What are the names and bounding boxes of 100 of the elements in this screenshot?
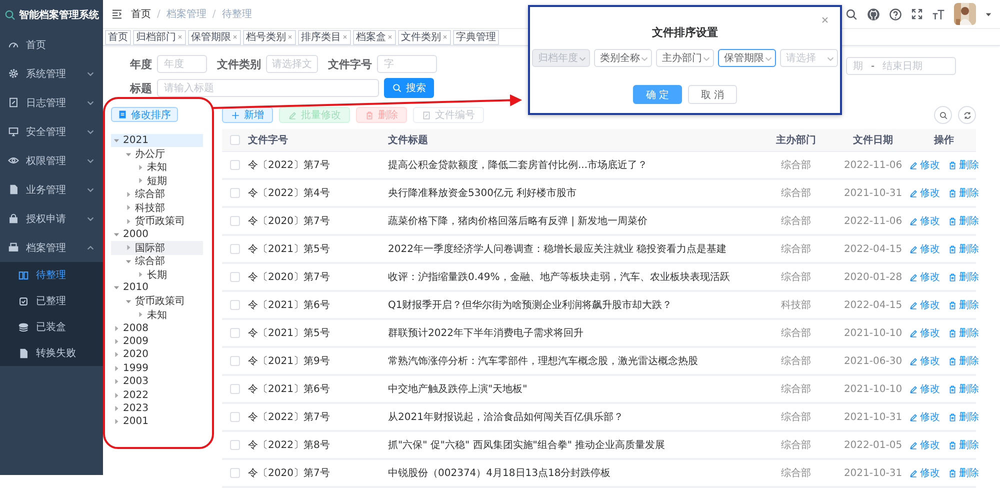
tree-node[interactable]: 未知 [111,160,203,174]
tree-node[interactable]: 综合部 [111,254,203,268]
table-cell-text: 央行降准释放资金5300亿元 利好楼市股市 [388,186,577,200]
sidebar-item[interactable]: 业务管理 [0,175,103,204]
sidebar-item[interactable]: 权限管理 [0,146,103,175]
tree-node[interactable]: 办公厅 [111,147,203,161]
sidebar-item[interactable]: 系统管理 [0,59,103,88]
delete-link[interactable]: 删除 [948,438,979,452]
delete-link[interactable]: 删除 [948,242,979,256]
delete-link[interactable]: 删除 [948,326,979,340]
tree-node[interactable]: 2022 [111,388,203,402]
refresh-button[interactable] [958,106,976,124]
tree-node[interactable]: 货币政策司 [111,214,203,228]
tree-node[interactable]: 长期 [111,268,203,282]
table-cell-text: 综合部 [781,326,811,340]
search-button[interactable]: 搜索 [384,78,434,98]
checkbox[interactable] [230,468,240,478]
delete-link[interactable]: 删除 [948,298,979,312]
tree-node[interactable]: 1999 [111,362,203,376]
checkbox[interactable] [230,356,240,366]
sidebar-item[interactable]: 授权申请 [0,204,103,233]
table-cell-text: 令〔2020〕第7号 [248,215,330,228]
checkbox[interactable] [230,412,240,422]
edit-link[interactable]: 修改 [909,214,940,228]
checkbox[interactable] [230,272,240,282]
edit-link[interactable]: 修改 [909,466,940,480]
checkbox[interactable] [230,440,240,450]
checkbox[interactable] [230,188,240,198]
edit-link[interactable]: 修改 [909,186,940,200]
tree-node[interactable]: 综合部 [111,188,203,201]
edit-link[interactable]: 修改 [909,270,940,284]
search-button[interactable] [934,106,952,124]
tab-tag[interactable]: 档号类别 [243,30,296,45]
tab-tag[interactable]: 档案盒 [353,30,396,45]
stack-icon [18,322,29,332]
tree-node[interactable]: 未知 [111,308,203,322]
edit-link[interactable]: 修改 [909,438,940,452]
tree-node[interactable]: 货币政策司 [111,294,203,308]
edit-link[interactable]: 修改 [909,326,940,340]
sidebar-item[interactable]: 安全管理 [0,117,103,146]
table-cell-text: 综合部 [781,242,811,256]
sidebar-item[interactable]: 日志管理 [0,88,103,117]
delete-link[interactable]: 删除 [948,382,979,396]
table-cell-text: 2022年一季度经济学人问卷调查：稳增长最应关注就业 稳投资看力点是基建 [388,242,727,256]
sidebar-item[interactable]: 档案管理 [0,233,103,262]
tree-node[interactable]: 短期 [111,174,203,188]
date-range-field[interactable]: 期 - 结束日期 [846,57,956,75]
table-cell-text: 综合部 [781,214,811,228]
select-field[interactable]: 保管期限 [718,49,776,67]
delete-link[interactable]: 删除 [948,270,979,284]
tree-node[interactable]: 2021 [111,134,203,148]
sidebar-item[interactable]: 首页 [0,30,103,59]
tree-node[interactable]: 国际部 [111,241,203,255]
cancel-button[interactable]: 取 消 [688,85,738,104]
tree-node[interactable]: 2003 [111,375,203,388]
tree-node[interactable]: 2008 [111,321,203,335]
input-field[interactable]: 请输入标题 [157,79,379,97]
checkbox[interactable] [230,328,240,338]
edit-link[interactable]: 修改 [909,242,940,256]
tab-tag[interactable]: 保管期限 [188,30,241,45]
delete-link[interactable]: 删除 [948,214,979,228]
tab-tag[interactable]: 文件类别 [398,30,451,45]
tab-tag[interactable]: 排序类目 [298,30,351,45]
tree-node[interactable]: 2000 [111,228,203,242]
input-field[interactable]: 年度 [157,55,207,73]
delete-link[interactable]: 删除 [948,158,979,172]
input-field[interactable]: 字 [377,55,437,73]
edit-link[interactable]: 修改 [909,158,940,172]
select-field[interactable]: 主办部门 [656,49,714,67]
sidebar-subitem[interactable]: 转换失败 [0,340,103,366]
edit-link[interactable]: 修改 [909,382,940,396]
tree-node[interactable]: 2020 [111,348,203,362]
tab-tag[interactable]: 字典管理 [453,30,499,45]
checkbox[interactable] [230,135,240,145]
tree-node[interactable]: 2009 [111,334,203,348]
pencil-icon [909,272,918,282]
tab-tag[interactable]: 归档部门 [133,30,186,45]
tree-node[interactable]: 2001 [111,415,203,429]
tab-tag[interactable]: 首页 [105,30,131,45]
sidebar-subitem[interactable]: 已整理 [0,288,103,314]
tree-node[interactable]: 2023 [111,402,203,416]
close-icon [232,34,238,40]
checkbox[interactable] [230,300,240,310]
sidebar-subitem[interactable]: 待整理 [0,262,103,288]
edit-link[interactable]: 修改 [909,410,940,424]
delete-link[interactable]: 删除 [948,410,979,424]
checkbox[interactable] [230,384,240,394]
delete-link[interactable]: 删除 [948,466,979,480]
checkbox[interactable] [230,244,240,254]
tree-node[interactable]: 科技部 [111,200,203,214]
checkbox[interactable] [230,216,240,226]
edit-link[interactable]: 修改 [909,298,940,312]
tree-node[interactable]: 2010 [111,281,203,295]
delete-link[interactable]: 删除 [948,186,979,200]
breadcrumb-link[interactable]: 首页 [131,7,151,22]
sidebar-subitem[interactable]: 已装盒 [0,314,103,340]
delete-link[interactable]: 删除 [948,354,979,368]
select-field[interactable]: 类别全称 [594,49,652,67]
edit-link[interactable]: 修改 [909,354,940,368]
checkbox[interactable] [230,160,240,170]
